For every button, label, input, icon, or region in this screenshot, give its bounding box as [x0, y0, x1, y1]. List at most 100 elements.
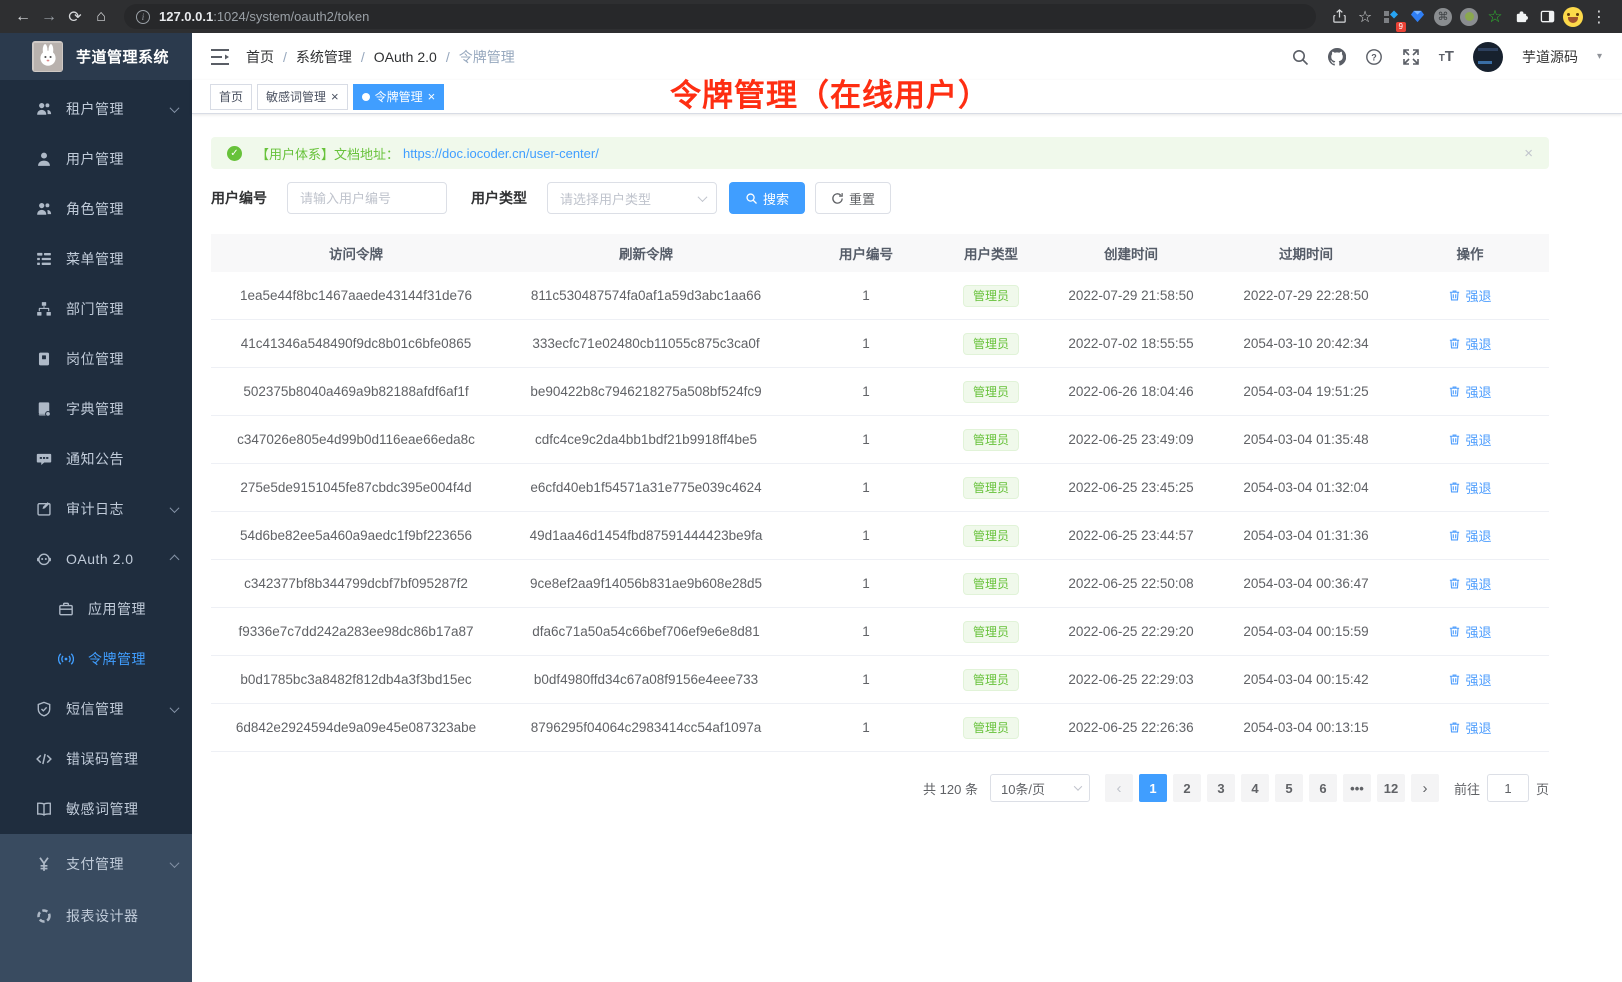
github-icon[interactable] — [1328, 48, 1346, 66]
sidebar-item-report-designer[interactable]: 报表设计器 — [0, 890, 192, 942]
table-row: 41c41346a548490f9dc8b01c6bfe0865333ecfc7… — [211, 320, 1549, 368]
force-logout-button[interactable]: 强退 — [1448, 430, 1491, 449]
sidebar-toggle-icon[interactable] — [1534, 4, 1560, 30]
token-broadcast-icon — [58, 651, 74, 667]
sidebar-item-dept[interactable]: 部门管理 — [0, 284, 192, 334]
cell-refresh: 49d1aa46d1454fbd87591444423be9fa — [501, 528, 791, 543]
gem-extension-icon[interactable] — [1404, 4, 1430, 30]
alert-doc-link[interactable]: https://doc.iocoder.cn/user-center/ — [403, 146, 599, 161]
sidebar-item-oauth2-token[interactable]: 令牌管理 — [0, 634, 192, 684]
tab-active[interactable]: 令牌管理× — [353, 84, 445, 110]
page-button[interactable]: 3 — [1207, 774, 1235, 802]
close-icon[interactable]: × — [428, 90, 436, 103]
sidebar-item-notice[interactable]: 通知公告 — [0, 434, 192, 484]
sidebar-item-oauth2-app[interactable]: 应用管理 — [0, 584, 192, 634]
fullscreen-icon[interactable] — [1402, 48, 1420, 66]
user-id-input[interactable] — [287, 182, 447, 214]
force-logout-button[interactable]: 强退 — [1448, 718, 1491, 737]
sidebar-item-tenant[interactable]: 租户管理 — [0, 84, 192, 134]
sidebar-item-dict[interactable]: 字典管理 — [0, 384, 192, 434]
browser-menu-icon[interactable]: ⋮ — [1586, 4, 1612, 30]
address-bar[interactable]: i 127.0.0.1:1024/system/oauth2/token — [124, 4, 1316, 29]
tag-tabs-bar: 首页敏感词管理×令牌管理× — [192, 80, 1622, 114]
cell-user_id: 1 — [791, 624, 941, 639]
force-logout-button[interactable]: 强退 — [1448, 478, 1491, 497]
tab-item[interactable]: 敏感词管理× — [257, 84, 348, 110]
force-logout-button[interactable]: 强退 — [1448, 382, 1491, 401]
collapse-sidebar-icon[interactable] — [210, 48, 230, 66]
trash-icon — [1448, 577, 1461, 590]
cell-access: c347026e805e4d99b0d116eae66eda8c — [211, 432, 501, 447]
sidebar-item-pay[interactable]: 支付管理 — [0, 838, 192, 890]
sidebar-item-user[interactable]: 用户管理 — [0, 134, 192, 184]
share-icon[interactable] — [1326, 4, 1352, 30]
user-type-label: 用户类型 — [471, 188, 527, 208]
search-button[interactable]: 搜索 — [729, 182, 805, 214]
audit-log-icon — [36, 501, 52, 517]
force-logout-label: 强退 — [1465, 478, 1491, 497]
cell-access: 6d842e2924594de9a09e45e087323abe — [211, 720, 501, 735]
site-info-icon[interactable]: i — [136, 10, 150, 24]
page-button[interactable]: 4 — [1241, 774, 1269, 802]
cell-created: 2022-06-25 22:29:20 — [1041, 624, 1221, 639]
prev-page-button[interactable]: ‹ — [1105, 774, 1133, 802]
puzzle-extensions-icon[interactable] — [1508, 4, 1534, 30]
force-logout-button[interactable]: 强退 — [1448, 334, 1491, 353]
breadcrumb-item[interactable]: OAuth 2.0 — [374, 49, 437, 65]
page-content: ✓ 【用户体系】文档地址： https://doc.iocoder.cn/use… — [192, 114, 1622, 802]
trash-icon — [1448, 673, 1461, 686]
force-logout-button[interactable]: 强退 — [1448, 622, 1491, 641]
force-logout-button[interactable]: 强退 — [1448, 670, 1491, 689]
sidebar-item-error-code[interactable]: 错误码管理 — [0, 734, 192, 784]
star-extension-icon[interactable]: ☆ — [1482, 4, 1508, 30]
sidebar-item-menu[interactable]: 菜单管理 — [0, 234, 192, 284]
avatar[interactable] — [1473, 42, 1503, 72]
user-type-select[interactable]: 请选择用户类型 — [547, 182, 717, 214]
breadcrumb-separator: / — [361, 49, 365, 65]
font-size-icon[interactable]: TT — [1439, 48, 1454, 65]
user-name[interactable]: 芋道源码 — [1522, 47, 1578, 67]
page-button[interactable]: 12 — [1377, 774, 1405, 802]
force-logout-button[interactable]: 强退 — [1448, 286, 1491, 305]
page-button[interactable]: 1 — [1139, 774, 1167, 802]
more-pages-button[interactable]: ••• — [1343, 774, 1371, 802]
filter-form: 用户编号 用户类型 请选择用户类型 搜索 重置 — [211, 182, 1622, 214]
breadcrumb-item[interactable]: 系统管理 — [296, 47, 352, 67]
close-icon[interactable]: × — [331, 90, 339, 103]
cell-user_id: 1 — [791, 672, 941, 687]
profile-emoji-icon[interactable] — [1560, 4, 1586, 30]
help-icon[interactable]: ? — [1365, 48, 1383, 66]
reload-icon[interactable]: ⟳ — [62, 4, 88, 30]
page-button[interactable]: 2 — [1173, 774, 1201, 802]
cell-access: c342377bf8b344799dcbf7bf095287f2 — [211, 576, 501, 591]
page-button[interactable]: 6 — [1309, 774, 1337, 802]
tab-item[interactable]: 首页 — [210, 84, 252, 110]
goto-page-input[interactable] — [1487, 774, 1529, 802]
bookmark-star-icon[interactable]: ☆ — [1352, 4, 1378, 30]
next-page-button[interactable]: › — [1411, 774, 1439, 802]
sidebar-item-sms[interactable]: 短信管理 — [0, 684, 192, 734]
command-extension-icon[interactable]: ⌘ — [1430, 4, 1456, 30]
home-icon[interactable]: ⌂ — [88, 4, 114, 30]
forward-icon[interactable]: → — [36, 4, 62, 30]
sidebar-item-audit-log[interactable]: 审计日志 — [0, 484, 192, 534]
user-menu-caret-icon[interactable]: ▾ — [1597, 51, 1602, 62]
page-button[interactable]: 5 — [1275, 774, 1303, 802]
sidebar-item-role[interactable]: 角色管理 — [0, 184, 192, 234]
alert-close-icon[interactable]: × — [1524, 145, 1533, 162]
cell-refresh: 811c530487574fa0af1a59d3abc1aa66 — [501, 288, 791, 303]
reset-button[interactable]: 重置 — [815, 182, 891, 214]
dot-extension-icon[interactable] — [1456, 4, 1482, 30]
force-logout-button[interactable]: 强退 — [1448, 526, 1491, 545]
sidebar-item-post[interactable]: 岗位管理 — [0, 334, 192, 384]
sidebar-item-sensitive-word[interactable]: 敏感词管理 — [0, 784, 192, 834]
back-icon[interactable]: ← — [10, 4, 36, 30]
breadcrumb-item[interactable]: 首页 — [246, 47, 274, 67]
force-logout-button[interactable]: 强退 — [1448, 574, 1491, 593]
sidebar-item-oauth2[interactable]: OAuth 2.0 — [0, 534, 192, 584]
search-icon[interactable] — [1291, 48, 1309, 66]
page-size-select[interactable]: 10条/页 — [990, 774, 1090, 802]
extension-grid-icon[interactable]: 9 — [1378, 4, 1404, 30]
post-badge-icon — [36, 351, 52, 367]
goto-suffix: 页 — [1536, 779, 1549, 798]
